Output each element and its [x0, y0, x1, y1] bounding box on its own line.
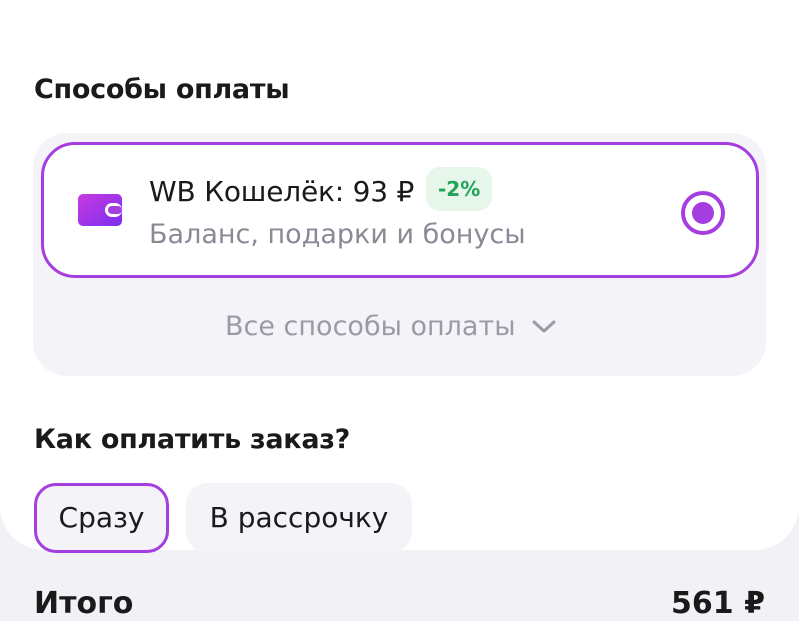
how-to-pay-title: Как оплатить заказ? [34, 424, 351, 455]
total-value: 561 ₽ [671, 586, 765, 621]
wallet-icon [78, 194, 122, 226]
total-label: Итого [34, 586, 134, 621]
payment-method-name: WB Кошелёк: 93 ₽ [149, 175, 415, 208]
radio-selected-dot [692, 202, 714, 224]
pay-now-option[interactable]: Сразу [34, 483, 169, 553]
payment-method-description: Баланс, подарки и бонусы [149, 219, 526, 250]
all-payment-methods-toggle[interactable]: Все способы оплаты [225, 311, 556, 342]
pay-installment-option[interactable]: В рассрочку [186, 483, 412, 553]
discount-badge: -2% [426, 167, 493, 211]
payment-method-wb-wallet[interactable]: WB Кошелёк: 93 ₽ -2% Баланс, подарки и б… [41, 142, 759, 278]
payment-method-radio[interactable] [681, 191, 725, 235]
payment-methods-title: Способы оплаты [34, 74, 290, 105]
all-payment-methods-label: Все способы оплаты [225, 311, 516, 342]
chevron-down-icon [532, 320, 556, 334]
